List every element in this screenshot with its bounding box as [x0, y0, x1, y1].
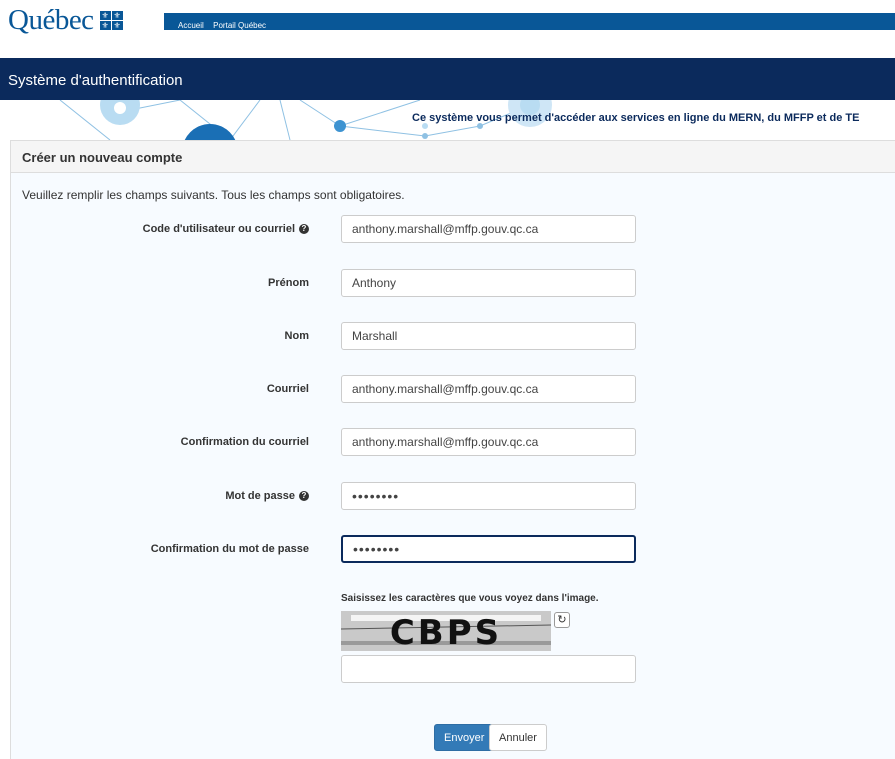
password-confirm-input[interactable]: [341, 535, 636, 563]
logo-text: Québec: [8, 4, 94, 36]
email-label: Courriel: [266, 383, 309, 395]
quebec-logo[interactable]: Québec ⚜ ⚜ ⚜ ⚜: [8, 4, 123, 37]
panel-heading: Créer un nouveau compte: [11, 141, 895, 173]
question-circle-icon[interactable]: ?: [299, 491, 309, 501]
lastname-row: Nom: [11, 322, 895, 350]
question-circle-icon[interactable]: ?: [299, 224, 309, 234]
email-input[interactable]: [341, 375, 636, 403]
password-label: Mot de passe ?: [225, 490, 309, 502]
submit-button[interactable]: Envoyer: [434, 724, 495, 751]
nav-link-accueil[interactable]: Accueil: [178, 21, 204, 30]
quebec-flag-icon: ⚜ ⚜ ⚜ ⚜: [99, 11, 123, 30]
top-header: Québec ⚜ ⚜ ⚜ ⚜ Accueil Portail Québec: [0, 0, 895, 58]
password-confirm-row: Confirmation du mot de passe: [11, 535, 895, 563]
password-row: Mot de passe ?: [11, 482, 895, 510]
refresh-icon[interactable]: ↻: [554, 612, 570, 628]
network-node: [334, 120, 346, 132]
captcha-label: Saisissez les caractères que vous voyez …: [341, 593, 599, 604]
email-confirm-label: Confirmation du courriel: [180, 436, 309, 448]
network-node: [422, 133, 428, 139]
captcha-input[interactable]: [341, 655, 636, 683]
password-confirm-label: Confirmation du mot de passe: [150, 543, 309, 555]
email-row: Courriel: [11, 375, 895, 403]
captcha-text: CBPS: [389, 613, 503, 651]
firstname-label: Prénom: [268, 277, 309, 289]
banner-title: Système d'authentification: [8, 72, 183, 89]
captcha-image: CBPS: [341, 611, 551, 651]
firstname-row: Prénom: [11, 269, 895, 297]
create-account-panel: Créer un nouveau compte Veuillez remplir…: [10, 140, 895, 759]
password-input[interactable]: [341, 482, 636, 510]
email-confirm-row: Confirmation du courriel: [11, 428, 895, 456]
banner: Système d'authentification Ce système vo…: [0, 58, 895, 140]
network-node: [184, 124, 236, 140]
banner-title-bar: Système d'authentification: [0, 58, 895, 100]
username-label: Code d'utilisateur ou courriel ?: [143, 223, 309, 235]
nav-link-portail-quebec[interactable]: Portail Québec: [213, 21, 266, 30]
user-icon: [114, 102, 126, 114]
banner-message: Ce système vous permet d'accéder aux ser…: [412, 112, 860, 124]
intro-text: Veuillez remplir les champs suivants. To…: [22, 188, 405, 202]
top-nav-strip: Accueil Portail Québec: [164, 13, 895, 30]
username-row: Code d'utilisateur ou courriel ?: [11, 215, 895, 243]
lastname-input[interactable]: [341, 322, 636, 350]
lastname-label: Nom: [284, 330, 309, 342]
cancel-button[interactable]: Annuler: [489, 724, 547, 751]
firstname-input[interactable]: [341, 269, 636, 297]
username-input[interactable]: [341, 215, 636, 243]
email-confirm-input[interactable]: [341, 428, 636, 456]
